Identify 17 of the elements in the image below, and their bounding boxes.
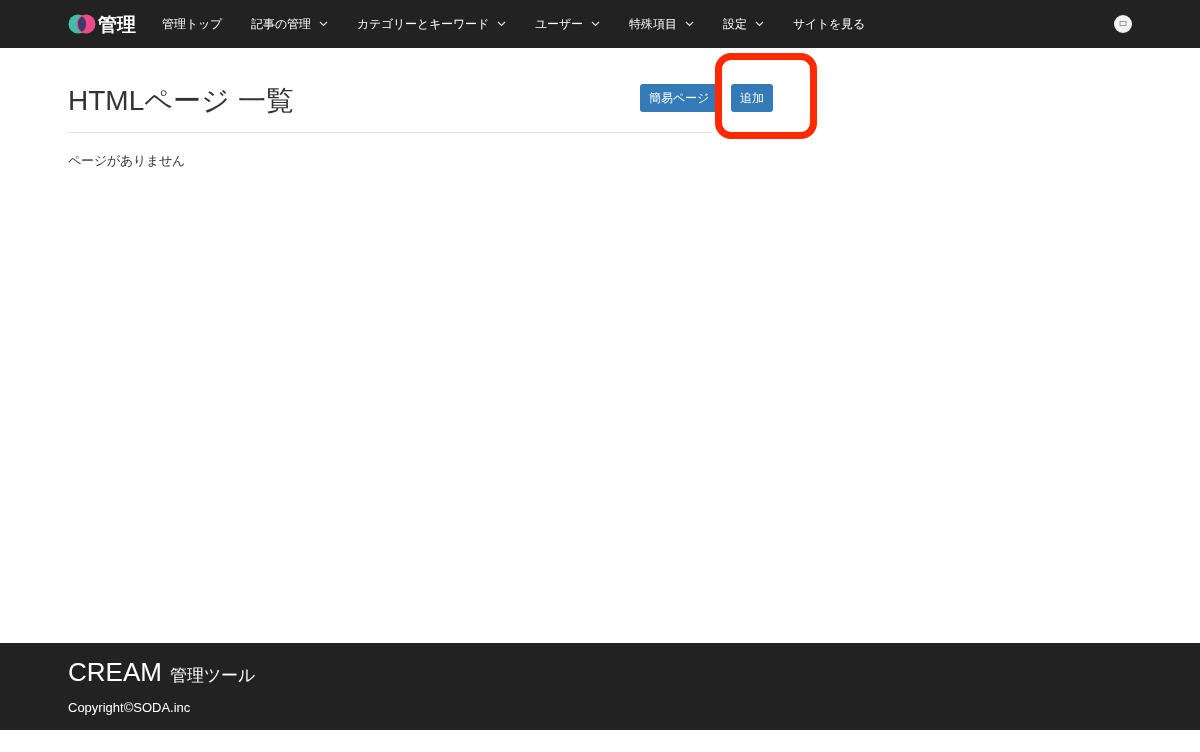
action-button[interactable]: 追加 (731, 84, 773, 112)
nav-menu-item[interactable]: ユーザー (535, 15, 600, 33)
logo-text[interactable]: 管理 (98, 9, 136, 39)
page-title: HTMLページ 一覧 (68, 84, 294, 118)
nav-menu-item[interactable]: 特殊項目 (629, 15, 694, 33)
nav-menu-item[interactable]: サイトを見る (793, 15, 865, 33)
footer-subtitle: 管理ツール (169, 665, 255, 687)
logo-icon (68, 14, 96, 34)
nav-menu-item[interactable]: 記事の管理 (251, 15, 328, 33)
empty-message: ページがありません (68, 152, 186, 170)
action-button[interactable]: 簡易ページ (640, 84, 718, 112)
footer-brand: CREAM (68, 656, 162, 689)
nav-menu-item[interactable]: カテゴリーとキーワード (357, 15, 506, 33)
copyright-text: Copyright©SODA.inc (68, 699, 192, 717)
nav-menu-item[interactable]: 管理トップ (162, 15, 222, 33)
user-avatar-icon[interactable] (1114, 15, 1132, 33)
nav-menu-item[interactable]: 設定 (723, 15, 764, 33)
